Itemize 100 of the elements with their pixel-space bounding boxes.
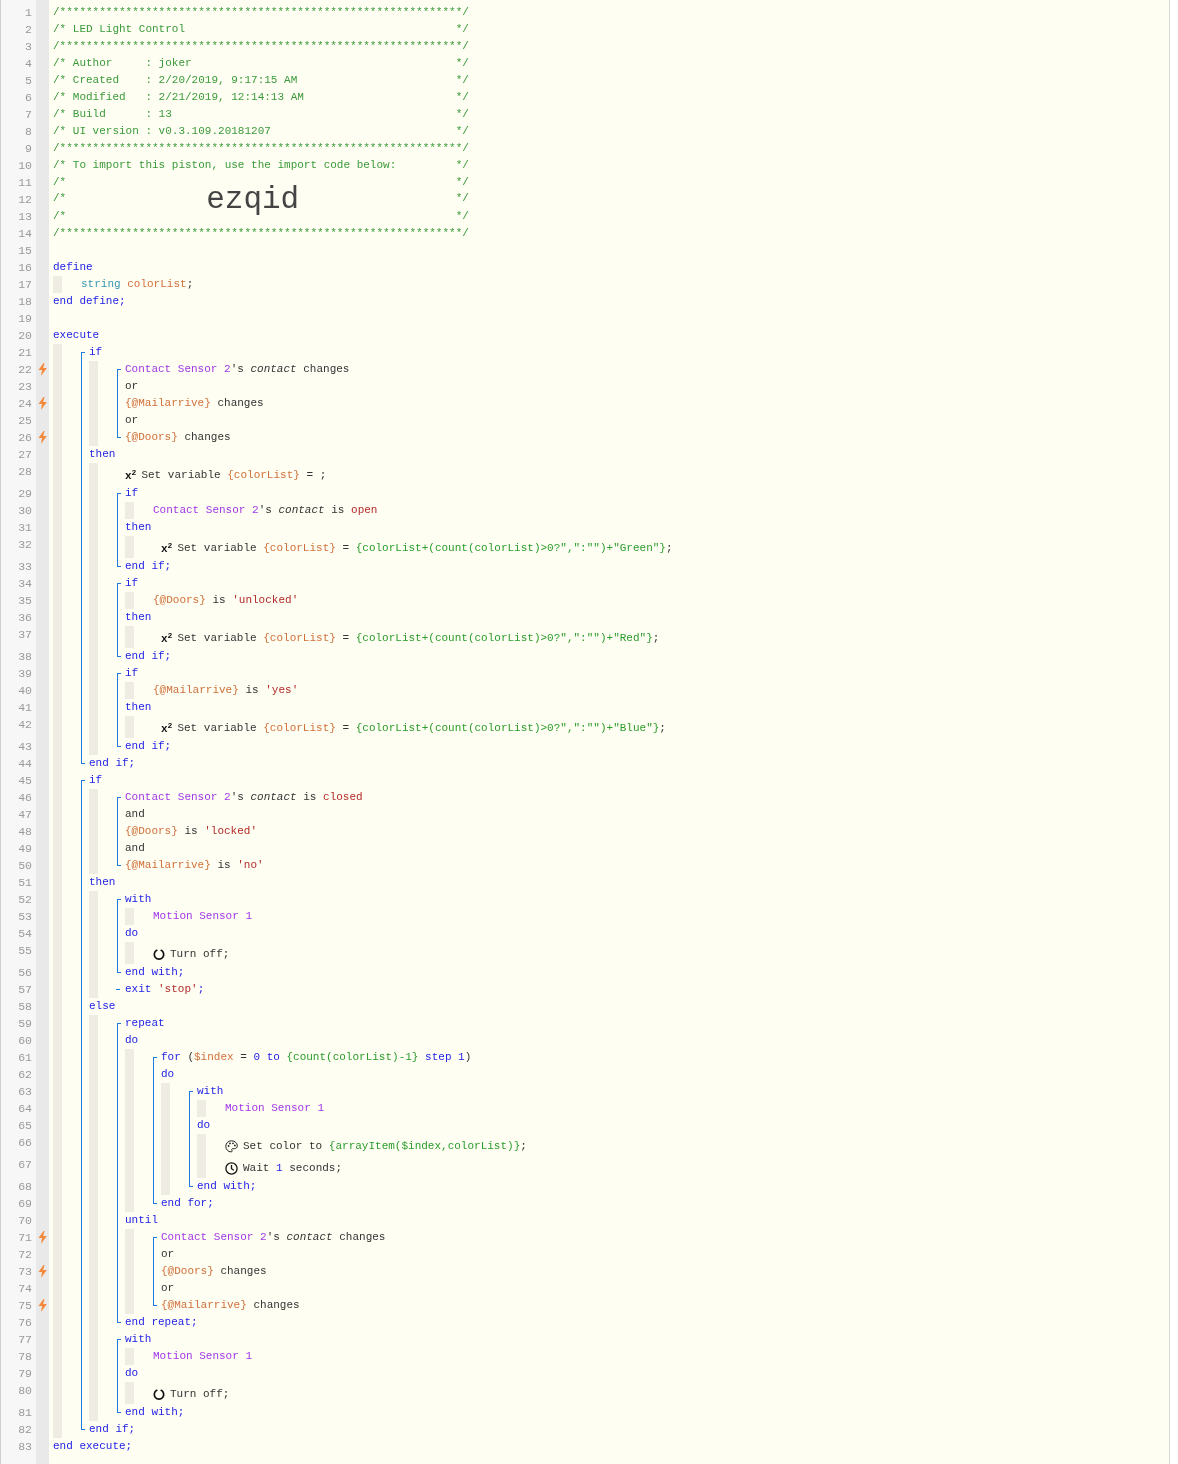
code-line: then [125,700,152,715]
line-number: 21 [17,345,33,361]
code-line: Turn off; [170,1387,230,1402]
line-number: 2 [24,22,33,38]
line-number: 72 [17,1247,33,1263]
code-line: with [125,892,152,907]
line-number: 62 [17,1067,33,1083]
line-number: 71 [17,1230,33,1246]
line-number: 42 [17,717,33,733]
line-number: 74 [17,1281,33,1297]
comment-end: */ [455,209,469,224]
code-line: or [125,413,139,428]
code-line: with [125,1332,152,1347]
comment-end: */ [455,73,469,88]
line-number: 48 [17,824,33,840]
code-line: Contact Sensor 2's contact is closed [125,790,363,805]
line-number: 64 [17,1101,33,1117]
line-number: 60 [17,1033,33,1049]
code-line: for ($index = 0 to {count(colorList)-1} step 1) [161,1050,472,1065]
line-number: 4 [24,56,33,72]
line-number: 7 [24,107,33,123]
comment-end: */ [455,158,469,173]
line-number: 39 [17,666,33,682]
line-number: 58 [17,999,33,1015]
line-number: 68 [17,1179,33,1195]
code-line: if [89,345,103,360]
code-line: Contact Sensor 2's contact changes [125,362,350,377]
code-comment: /* [53,191,67,206]
line-number: 52 [17,892,33,908]
line-number: 76 [17,1315,33,1331]
line-number: 46 [17,790,33,806]
line-number: 37 [17,627,33,643]
code-line: Set variable {colorList} = {colorList+(count(colorList)>0?",":"")+"Green"}; [177,541,673,556]
line-number: 65 [17,1118,33,1134]
line-number: 53 [17,909,33,925]
code-comment: /* Modified : 2/21/2019, 12:14:13 AM [53,90,304,105]
code-comment: /* Created : 2/20/2019, 9:17:15 AM [53,73,298,88]
palette-icon [225,1140,238,1153]
line-number: 13 [17,209,33,225]
code-line: and [125,807,145,822]
code-line: and [125,841,145,856]
line-number: 70 [17,1213,33,1229]
line-number: 29 [17,486,33,502]
code-line: then [125,610,152,625]
line-number: 31 [17,520,33,536]
variable-marker: x$^{2}$ [125,469,137,483]
code-line: do [125,1366,139,1381]
line-number: 14 [17,226,33,242]
code-comment: /*************************************************************/ [53,226,469,241]
line-number: 26 [17,430,33,446]
code-line: end define; [53,294,126,309]
code-line: end if; [89,756,136,771]
code-line: else [89,999,116,1014]
code-line: if [89,773,103,788]
code-line: or [125,379,139,394]
comment-end: */ [455,191,469,206]
line-number: 10 [17,158,33,174]
line-number: 57 [17,982,33,998]
code-comment: /* To import this piston, use the import code below: [53,158,397,173]
code-comment: /* Author : joker [53,56,192,71]
code-line: end if; [125,649,172,664]
line-number: 28 [17,464,33,480]
code-line: {@Mailarrive} is 'no' [125,858,264,873]
comment-end: */ [455,175,469,190]
code-line: {@Doors} changes [125,430,231,445]
code-line: {@Doors} changes [161,1264,267,1279]
code-line: {@Doors} is 'locked' [125,824,258,839]
comment-end: */ [455,107,469,122]
code-line: {@Mailarrive} changes [125,396,264,411]
code-line: Motion Sensor 1 [225,1101,325,1116]
line-number: 80 [17,1383,33,1399]
code-line: then [89,447,116,462]
code-line: end repeat; [125,1315,198,1330]
clock-icon [225,1162,238,1175]
line-number: 40 [17,683,33,699]
line-number: 19 [17,311,33,327]
code-line: end with; [125,965,185,980]
line-number: 77 [17,1332,33,1348]
line-number: 32 [17,537,33,553]
line-number: 20 [17,328,33,344]
line-number: 30 [17,503,33,519]
line-number: 61 [17,1050,33,1066]
line-number: 67 [17,1157,33,1173]
code-comment: /*************************************************************/ [53,39,469,54]
code-line: then [89,875,116,890]
code-comment: /* [53,175,67,190]
line-number: 36 [17,610,33,626]
code-line: end if; [125,559,172,574]
line-number: 44 [17,756,33,772]
code-line: Turn off; [170,947,230,962]
line-number: 17 [17,277,33,293]
line-number: 83 [17,1439,33,1455]
code-line: until [125,1213,158,1228]
code-comment: /* LED Light Control [53,22,186,37]
line-number: 79 [17,1366,33,1382]
code-line: or [161,1281,175,1296]
code-line: or [161,1247,175,1262]
line-number: 12 [17,192,33,208]
code-comment: /* Build : 13 [53,107,172,122]
line-number: 18 [17,294,33,310]
